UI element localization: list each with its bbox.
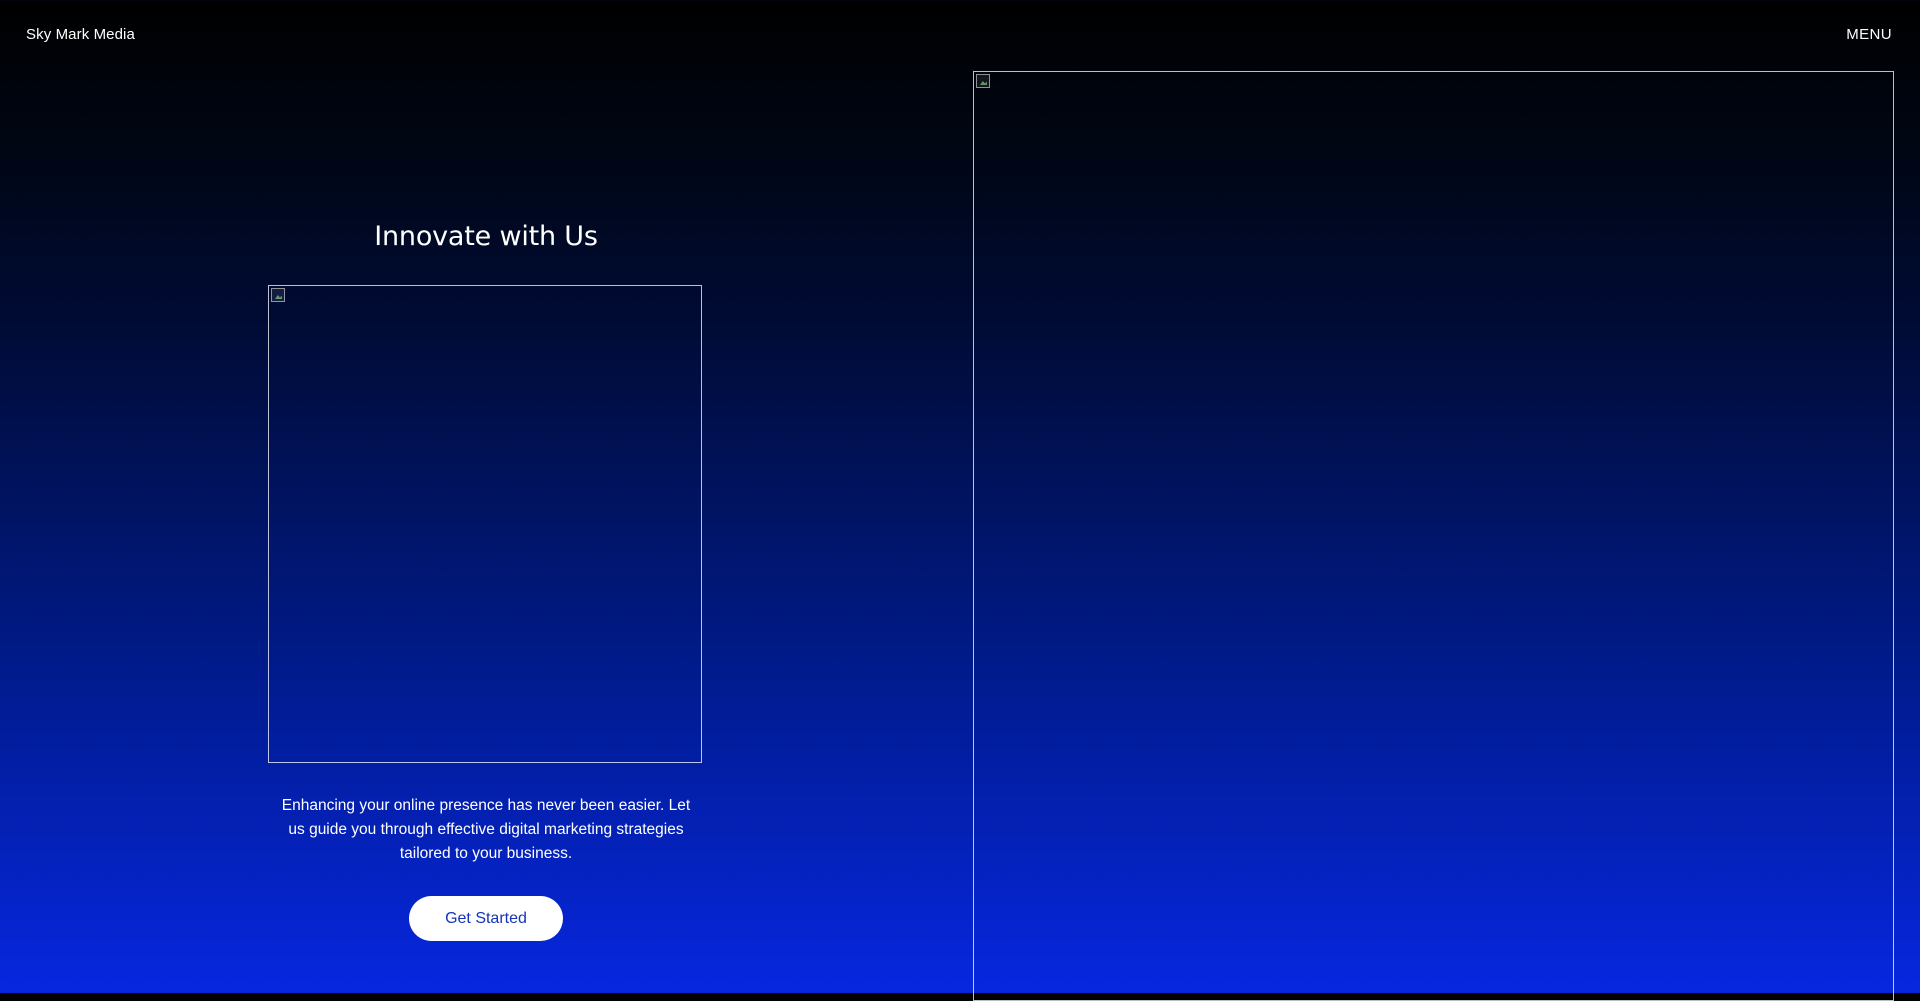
menu-button[interactable]: MENU: [1846, 26, 1892, 43]
broken-image-icon: [271, 288, 285, 302]
hero-title: Innovate with Us: [374, 221, 598, 252]
get-started-button[interactable]: Get Started: [409, 896, 563, 941]
hero-image: [268, 285, 702, 763]
hero-description: Enhancing your online presence has never…: [281, 797, 691, 862]
feature-image: [973, 71, 1894, 1001]
hero-section: Innovate with Us Enhancing your online p…: [0, 0, 972, 993]
broken-image-icon: [976, 74, 990, 88]
